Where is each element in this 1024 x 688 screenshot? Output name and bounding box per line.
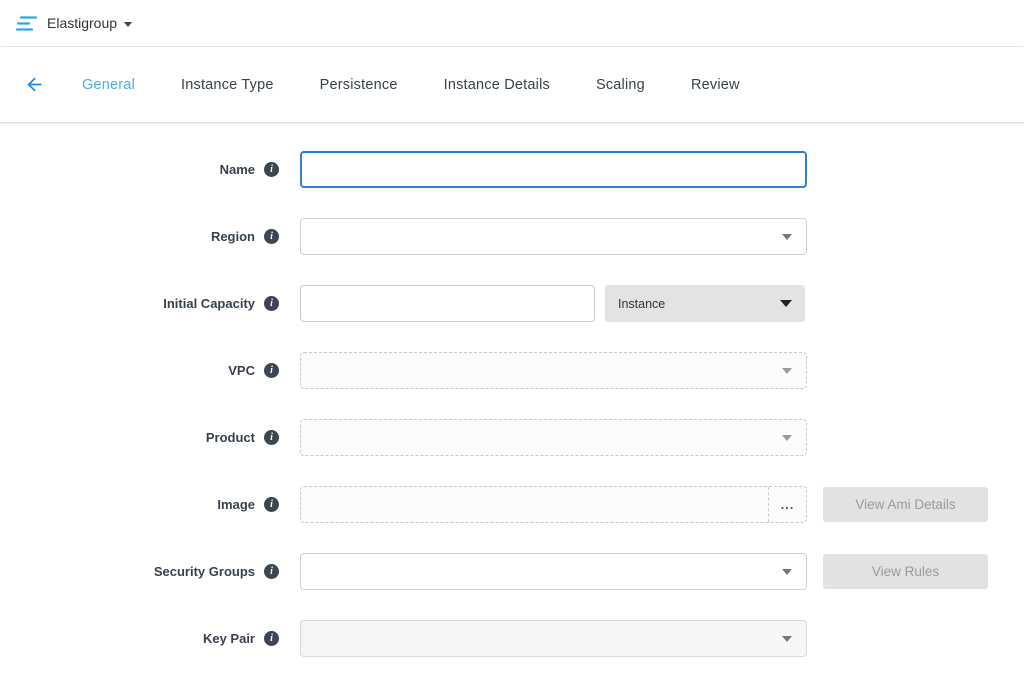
key-pair-label: Key Pair [203, 631, 255, 646]
form-row-security-groups: Security Groups i View Rules [0, 553, 1024, 590]
back-button[interactable] [20, 71, 48, 99]
capacity-unit-select[interactable]: Instance [605, 285, 805, 322]
wizard-tabs: General Instance Type Persistence Instan… [82, 77, 786, 93]
initial-capacity-input[interactable] [300, 285, 595, 322]
region-select[interactable] [300, 218, 807, 255]
image-value [301, 487, 768, 522]
field-label-wrap: Product i [0, 430, 300, 445]
app-switcher[interactable]: Elastigroup [47, 15, 132, 31]
top-app-bar: Elastigroup [0, 0, 1024, 47]
form-row-vpc: VPC i [0, 352, 1024, 389]
chevron-down-icon [782, 234, 792, 240]
tab-instance-details[interactable]: Instance Details [444, 77, 550, 93]
chevron-down-icon [782, 435, 792, 441]
tab-review[interactable]: Review [691, 77, 740, 93]
info-icon[interactable]: i [264, 631, 279, 646]
region-label: Region [211, 229, 255, 244]
capacity-unit-label: Instance [618, 297, 665, 311]
field-label-wrap: Initial Capacity i [0, 296, 300, 311]
info-icon[interactable]: i [264, 497, 279, 512]
general-settings-form: Name i Region i Initial Capacity i Insta… [0, 123, 1024, 657]
vpc-select [300, 352, 807, 389]
view-ami-details-button[interactable]: View Ami Details [823, 487, 988, 522]
form-row-product: Product i [0, 419, 1024, 456]
wizard-tab-bar: General Instance Type Persistence Instan… [0, 47, 1024, 123]
image-label: Image [217, 497, 255, 512]
image-input-group: ... [300, 486, 807, 523]
name-input[interactable] [300, 151, 807, 188]
tab-instance-type[interactable]: Instance Type [181, 77, 274, 93]
field-label-wrap: Region i [0, 229, 300, 244]
form-row-region: Region i [0, 218, 1024, 255]
field-label-wrap: Security Groups i [0, 564, 300, 579]
initial-capacity-label: Initial Capacity [163, 296, 255, 311]
field-label-wrap: Image i [0, 497, 300, 512]
arrow-left-icon [24, 74, 45, 95]
chevron-down-icon [124, 22, 132, 27]
info-icon[interactable]: i [264, 296, 279, 311]
info-icon[interactable]: i [264, 564, 279, 579]
tab-general[interactable]: General [82, 77, 135, 93]
name-label: Name [220, 162, 255, 177]
image-browse-button[interactable]: ... [768, 487, 806, 522]
elastigroup-logo-icon [16, 15, 38, 32]
product-select [300, 419, 807, 456]
security-groups-select[interactable] [300, 553, 807, 590]
form-row-name: Name i [0, 151, 1024, 188]
chevron-down-icon [782, 569, 792, 575]
info-icon[interactable]: i [264, 162, 279, 177]
info-icon[interactable]: i [264, 430, 279, 445]
info-icon[interactable]: i [264, 363, 279, 378]
security-groups-label: Security Groups [154, 564, 255, 579]
field-label-wrap: Name i [0, 162, 300, 177]
form-row-key-pair: Key Pair i [0, 620, 1024, 657]
chevron-down-icon [782, 636, 792, 642]
key-pair-select[interactable] [300, 620, 807, 657]
info-icon[interactable]: i [264, 229, 279, 244]
view-rules-button[interactable]: View Rules [823, 554, 988, 589]
field-label-wrap: VPC i [0, 363, 300, 378]
form-row-image: Image i ... View Ami Details [0, 486, 1024, 523]
field-label-wrap: Key Pair i [0, 631, 300, 646]
app-name: Elastigroup [47, 15, 117, 31]
form-row-initial-capacity: Initial Capacity i Instance [0, 285, 1024, 322]
chevron-down-icon [780, 300, 792, 307]
tab-scaling[interactable]: Scaling [596, 77, 645, 93]
chevron-down-icon [782, 368, 792, 374]
tab-persistence[interactable]: Persistence [320, 77, 398, 93]
product-label: Product [206, 430, 255, 445]
vpc-label: VPC [228, 363, 255, 378]
